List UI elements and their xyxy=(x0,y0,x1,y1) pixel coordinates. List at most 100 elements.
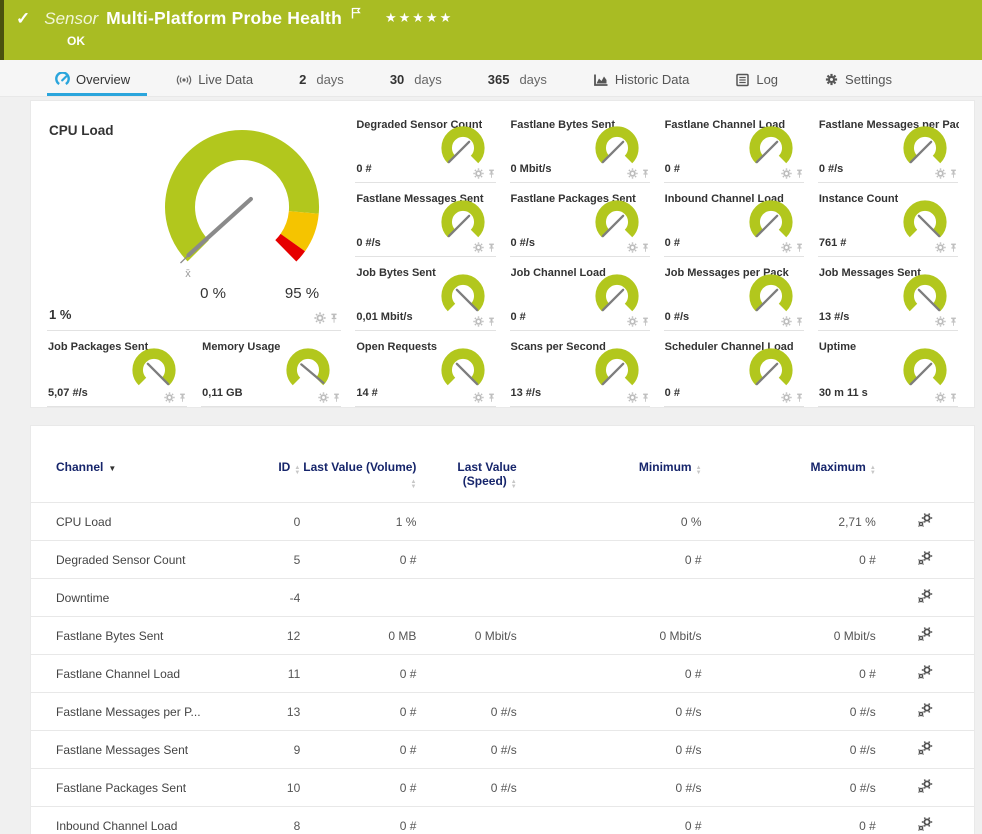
gauge-dial[interactable] xyxy=(279,346,337,394)
gauge-dial[interactable] xyxy=(434,124,492,172)
flag-icon[interactable] xyxy=(351,6,361,24)
tab-historic-data[interactable]: Historic Data xyxy=(570,72,712,96)
channel-id: 0 xyxy=(242,503,300,541)
gear-icon[interactable] xyxy=(318,392,329,403)
gauge-dial[interactable] xyxy=(896,198,954,246)
pin-icon[interactable] xyxy=(487,243,496,253)
column-header-minimum[interactable]: Minimum▲▼ xyxy=(517,426,702,503)
pin-icon[interactable] xyxy=(795,393,804,403)
pin-icon[interactable] xyxy=(641,169,650,179)
gear-icon[interactable] xyxy=(781,392,792,403)
status-ok-icon: ✓ xyxy=(16,9,30,29)
gauge-cell-cpu-load: CPU Load x̄ 0 % 95 % 1 % xyxy=(47,109,341,331)
pin-icon[interactable] xyxy=(795,317,804,327)
pin-icon[interactable] xyxy=(487,393,496,403)
channel-maximum: 2,71 % xyxy=(702,503,876,541)
pin-icon[interactable] xyxy=(641,317,650,327)
channel-settings-gears-icon[interactable] xyxy=(917,816,933,832)
gauge-dial[interactable] xyxy=(434,346,492,394)
tab-2-days[interactable]: 2days xyxy=(276,72,367,96)
column-header-last-volume[interactable]: Last Value (Volume)▲▼ xyxy=(300,426,416,503)
gauge-value: 0,01 Mbit/s xyxy=(356,311,412,323)
gauge-value: 13 #/s xyxy=(511,387,542,399)
column-header-channel[interactable]: Channel▼ xyxy=(31,426,242,503)
gauge-dial[interactable] xyxy=(742,272,800,320)
sort-icon: ▲▼ xyxy=(696,466,702,476)
gauge-dial[interactable] xyxy=(896,124,954,172)
gauge-dial[interactable] xyxy=(588,346,646,394)
gauge-dial[interactable] xyxy=(896,346,954,394)
gauge-dial[interactable] xyxy=(742,124,800,172)
pin-icon[interactable] xyxy=(487,317,496,327)
column-header-last-speed[interactable]: Last Value (Speed)▲▼ xyxy=(416,426,516,503)
channel-settings-gears-icon[interactable] xyxy=(917,664,933,680)
gear-icon[interactable] xyxy=(164,392,175,403)
cpu-load-gauge-dial[interactable]: x̄ 0 % 95 % xyxy=(132,117,352,305)
channel-settings-gears-icon[interactable] xyxy=(917,626,933,642)
gear-icon[interactable] xyxy=(473,242,484,253)
gear-icon[interactable] xyxy=(473,168,484,179)
pin-icon[interactable] xyxy=(949,393,958,403)
log-icon xyxy=(735,73,750,87)
pin-icon[interactable] xyxy=(795,169,804,179)
tab-unit: days xyxy=(316,72,343,87)
tab-log[interactable]: Log xyxy=(712,72,801,96)
pin-icon[interactable] xyxy=(641,243,650,253)
gauge-dial[interactable] xyxy=(588,272,646,320)
pin-icon[interactable] xyxy=(641,393,650,403)
gauge-dial[interactable] xyxy=(434,198,492,246)
gauge-cell: Job Packages Sent 5,07 #/s xyxy=(47,331,187,407)
gear-icon[interactable] xyxy=(781,316,792,327)
pin-icon[interactable] xyxy=(949,317,958,327)
tab-settings[interactable]: Settings xyxy=(801,72,915,96)
channel-last-volume: 0 # xyxy=(300,769,416,807)
gear-icon[interactable] xyxy=(935,392,946,403)
gauge-dial[interactable] xyxy=(742,346,800,394)
channel-settings-gears-icon[interactable] xyxy=(917,588,933,604)
gear-icon[interactable] xyxy=(314,312,326,324)
channel-settings-gears-icon[interactable] xyxy=(917,778,933,794)
gear-icon[interactable] xyxy=(627,242,638,253)
tab-30-days[interactable]: 30days xyxy=(367,72,465,96)
gauge-value: 0 #/s xyxy=(511,237,535,249)
gauge-dial[interactable] xyxy=(588,124,646,172)
gauge-dial[interactable] xyxy=(434,272,492,320)
gauge-cell: Job Bytes Sent 0,01 Mbit/s xyxy=(355,257,495,331)
gear-icon[interactable] xyxy=(781,242,792,253)
gauge-cell: Scheduler Channel Load 0 # xyxy=(664,331,804,407)
gear-icon[interactable] xyxy=(473,316,484,327)
gauge-value: 0 #/s xyxy=(356,237,380,249)
pin-icon[interactable] xyxy=(329,313,339,324)
gauge-dial[interactable] xyxy=(896,272,954,320)
gear-icon[interactable] xyxy=(627,316,638,327)
priority-stars[interactable]: ★★★★★ xyxy=(385,10,453,26)
pin-icon[interactable] xyxy=(949,169,958,179)
gauge-dial[interactable] xyxy=(125,346,183,394)
pin-icon[interactable] xyxy=(795,243,804,253)
column-header-id[interactable]: ID▲▼ xyxy=(242,426,300,503)
tab-overview[interactable]: Overview xyxy=(55,72,153,96)
gear-icon[interactable] xyxy=(935,242,946,253)
gear-icon[interactable] xyxy=(935,168,946,179)
pin-icon[interactable] xyxy=(332,393,341,403)
gauge-dial[interactable] xyxy=(588,198,646,246)
tab-live-data[interactable]: Live Data xyxy=(153,72,276,96)
pin-icon[interactable] xyxy=(178,393,187,403)
gear-icon[interactable] xyxy=(473,392,484,403)
gear-icon[interactable] xyxy=(781,168,792,179)
channel-settings-gears-icon[interactable] xyxy=(917,550,933,566)
column-header-maximum[interactable]: Maximum▲▼ xyxy=(702,426,876,503)
gear-icon[interactable] xyxy=(627,392,638,403)
channel-id: 10 xyxy=(242,769,300,807)
channel-settings-gears-icon[interactable] xyxy=(917,740,933,756)
gear-icon[interactable] xyxy=(935,316,946,327)
gauge-value: 0 # xyxy=(665,387,680,399)
gauge-dial[interactable] xyxy=(742,198,800,246)
channel-settings-gears-icon[interactable] xyxy=(917,512,933,528)
gear-icon[interactable] xyxy=(627,168,638,179)
pin-icon[interactable] xyxy=(949,243,958,253)
tab-365-days[interactable]: 365days xyxy=(465,72,570,96)
gauge-value: 0 Mbit/s xyxy=(511,163,552,175)
channel-settings-gears-icon[interactable] xyxy=(917,702,933,718)
pin-icon[interactable] xyxy=(487,169,496,179)
